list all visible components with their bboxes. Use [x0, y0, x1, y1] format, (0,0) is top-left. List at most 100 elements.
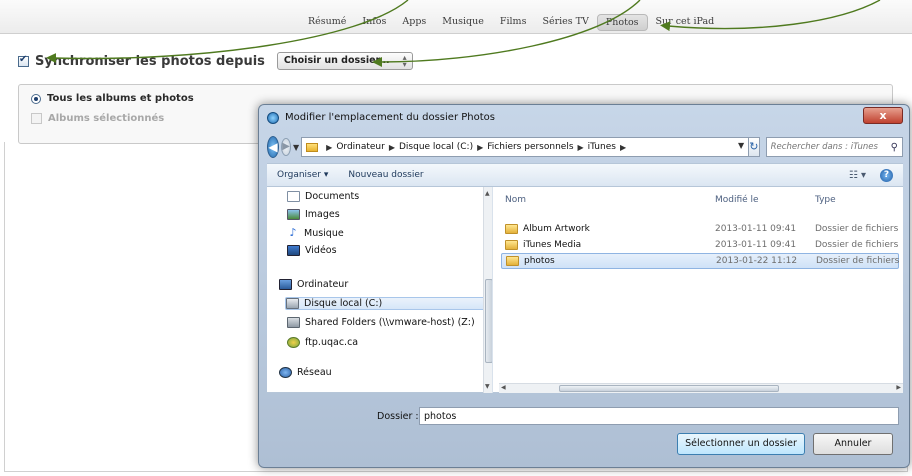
- file-modified: 2013-01-11 09:41: [715, 224, 797, 234]
- nav-item-label: ftp.uqac.ca: [305, 337, 359, 348]
- nav-item-disque-local[interactable]: Disque local (C:): [285, 297, 492, 310]
- search-icon[interactable]: ⚲: [891, 142, 898, 153]
- file-row-album-artwork[interactable]: Album Artwork 2013-01-11 09:41 Dossier d…: [501, 221, 899, 237]
- sync-photos-checkbox[interactable]: [18, 54, 29, 67]
- select-spinner-icon: ▴ ▾: [402, 53, 407, 69]
- scrollbar-thumb[interactable]: [559, 385, 779, 392]
- file-row-itunes-media[interactable]: iTunes Media 2013-01-11 09:41 Dossier de…: [501, 237, 899, 253]
- column-header-modified[interactable]: Modifié le: [715, 195, 759, 205]
- nav-item-label: Images: [305, 209, 340, 220]
- radio-all-albums[interactable]: [31, 93, 41, 104]
- folder-name-label: Dossier :: [377, 411, 419, 422]
- cancel-button[interactable]: Annuler: [813, 433, 893, 455]
- tab-sur-cet-ipad[interactable]: Sur cet iPad: [648, 14, 723, 31]
- back-arrow-icon[interactable]: ◀: [267, 136, 279, 158]
- video-icon: [287, 245, 300, 256]
- organize-button[interactable]: Organiser ▾: [267, 170, 338, 180]
- document-icon: [287, 191, 300, 202]
- network-drive-icon: [287, 317, 300, 328]
- sync-photos-row: Synchroniser les photos depuis Choisir u…: [18, 52, 413, 70]
- nav-item-documents[interactable]: Documents: [287, 191, 359, 202]
- new-folder-button[interactable]: Nouveau dossier: [338, 170, 433, 180]
- nav-scrollbar[interactable]: ▲ ▼: [483, 187, 492, 393]
- tab-photos[interactable]: Photos: [596, 14, 648, 31]
- help-icon[interactable]: ?: [880, 168, 893, 182]
- breadcrumb-chevron-icon[interactable]: ▶: [326, 143, 332, 152]
- breadcrumb-fichiers-personnels[interactable]: Fichiers personnels: [487, 142, 573, 152]
- folder-icon: [506, 256, 519, 266]
- tab-infos[interactable]: Infos: [354, 14, 394, 31]
- file-name-cell: photos: [506, 256, 555, 266]
- refresh-icon[interactable]: ↻: [749, 137, 760, 157]
- folder-source-value: Choisir un dossier...: [283, 55, 390, 66]
- scroll-right-icon[interactable]: ▶: [896, 384, 901, 391]
- toolbar-right: ☷ ▾ ?: [849, 168, 903, 182]
- file-name-cell: Album Artwork: [505, 224, 590, 234]
- computer-icon: [279, 279, 292, 290]
- folder-icon: [306, 142, 319, 152]
- device-tabs: Résumé Infos Apps Musique Films Séries T…: [300, 14, 722, 31]
- file-modified: 2013-01-22 11:12: [716, 256, 798, 266]
- breadcrumb-itunes[interactable]: iTunes: [588, 142, 616, 152]
- column-header-name[interactable]: Nom: [505, 195, 526, 205]
- folder-picker-dialog: Modifier l'emplacement du dossier Photos…: [258, 104, 910, 468]
- file-row-photos[interactable]: photos 2013-01-22 11:12 Dossier de fichi…: [501, 253, 899, 269]
- forward-arrow-icon[interactable]: ▶: [281, 138, 291, 156]
- device-tab-bar: Résumé Infos Apps Musique Films Séries T…: [0, 0, 912, 34]
- nav-item-label: Musique: [304, 227, 344, 239]
- file-type: Dossier de fichiers: [815, 240, 899, 250]
- folder-icon: [505, 224, 518, 234]
- folder-icon: [505, 240, 518, 250]
- sync-photos-label: Synchroniser les photos depuis: [35, 53, 265, 69]
- column-header-type[interactable]: Type: [815, 195, 836, 205]
- breadcrumb-disque-local[interactable]: Disque local (C:): [399, 142, 473, 152]
- folder-source-select[interactable]: Choisir un dossier... ▴ ▾: [276, 52, 413, 70]
- nav-item-musique[interactable]: ♪ Musique: [287, 227, 344, 239]
- file-modified: 2013-01-11 09:41: [715, 240, 797, 250]
- tab-apps[interactable]: Apps: [394, 14, 434, 31]
- scroll-up-icon[interactable]: ▲: [485, 190, 490, 197]
- select-folder-button[interactable]: Sélectionner un dossier: [677, 433, 805, 455]
- close-button[interactable]: x: [863, 107, 903, 124]
- nav-item-label: Disque local (C:): [304, 298, 383, 309]
- nav-item-ordinateur[interactable]: Ordinateur: [279, 279, 348, 290]
- scrollbar-thumb[interactable]: [485, 279, 492, 363]
- breadcrumb-chevron-icon[interactable]: ▶: [477, 143, 483, 152]
- nav-item-label: Shared Folders (\\vmware-host) (Z:): [305, 317, 475, 328]
- breadcrumb-chevron-icon[interactable]: ▶: [389, 143, 395, 152]
- itunes-icon: [267, 112, 279, 124]
- dialog-title: Modifier l'emplacement du dossier Photos: [285, 112, 495, 123]
- nav-item-ftp[interactable]: ftp.uqac.ca: [287, 337, 358, 348]
- nav-item-label: Documents: [305, 191, 360, 202]
- dialog-titlebar[interactable]: Modifier l'emplacement du dossier Photos…: [259, 105, 909, 131]
- breadcrumb-ordinateur[interactable]: Ordinateur: [336, 142, 385, 152]
- breadcrumb-chevron-icon[interactable]: ▶: [578, 143, 584, 152]
- scroll-left-icon[interactable]: ◀: [501, 384, 506, 391]
- file-type: Dossier de fichiers: [816, 256, 900, 266]
- scroll-down-icon[interactable]: ▼: [485, 383, 490, 390]
- ftp-icon: [287, 337, 300, 348]
- file-type: Dossier de fichiers: [815, 224, 899, 234]
- navigation-pane: Documents Images ♪ Musique Vidéos Ordina…: [267, 187, 493, 393]
- tab-series-tv[interactable]: Séries TV: [534, 14, 596, 31]
- path-dropdown-icon[interactable]: ▼: [738, 141, 744, 150]
- search-input[interactable]: [770, 142, 891, 152]
- breadcrumb-chevron-icon[interactable]: ▶: [620, 143, 626, 152]
- view-options-icon[interactable]: ☷ ▾: [849, 170, 866, 181]
- tab-musique[interactable]: Musique: [434, 14, 492, 31]
- file-list-scrollbar[interactable]: ◀ ▶: [499, 383, 903, 393]
- nav-item-shared-folders[interactable]: Shared Folders (\\vmware-host) (Z:): [287, 317, 475, 328]
- nav-item-reseau[interactable]: Réseau: [279, 367, 332, 378]
- tab-films[interactable]: Films: [492, 14, 535, 31]
- breadcrumb[interactable]: ▶ Ordinateur ▶ Disque local (C:) ▶ Fichi…: [301, 137, 750, 157]
- option-all-albums[interactable]: Tous les albums et photos: [31, 93, 194, 104]
- search-box: ⚲: [765, 137, 903, 157]
- nav-item-videos[interactable]: Vidéos: [287, 245, 337, 256]
- dialog-body: Documents Images ♪ Musique Vidéos Ordina…: [267, 187, 903, 393]
- network-icon: [279, 367, 292, 378]
- history-dropdown-icon[interactable]: ▼: [293, 143, 299, 152]
- tab-resume[interactable]: Résumé: [300, 14, 354, 31]
- nav-item-images[interactable]: Images: [287, 209, 340, 220]
- file-name: Album Artwork: [523, 224, 590, 234]
- folder-name-input[interactable]: [419, 407, 899, 425]
